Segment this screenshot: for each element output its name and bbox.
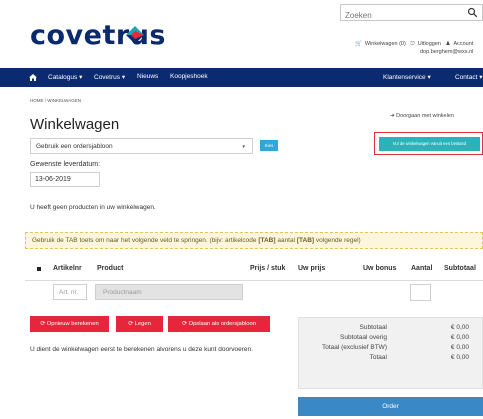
- delivery-date-input[interactable]: 13-06-2019: [30, 172, 100, 187]
- article-number-input[interactable]: Art. nr.: [53, 284, 87, 300]
- account-icon: ♟: [445, 41, 451, 47]
- nav-nieuws[interactable]: Nieuws: [137, 73, 158, 80]
- quantity-input[interactable]: [410, 284, 431, 301]
- totals-label: Subtotaal overig: [340, 334, 387, 341]
- arrow-left-icon: ➜: [390, 113, 395, 119]
- totals-value: € 0,00: [450, 334, 469, 341]
- totals-value: € 0,00: [450, 354, 469, 361]
- nav-koopjeshoek[interactable]: Koopjeshoek: [170, 73, 208, 80]
- delivery-date-label: Gewenste leverdatum:: [30, 161, 101, 168]
- refresh-icon: ⟳: [40, 321, 46, 327]
- account-link[interactable]: Account: [453, 41, 473, 47]
- refresh-icon: ⟳: [128, 321, 134, 327]
- search-icon[interactable]: [467, 7, 478, 18]
- totals-row-total: Totaal € 0,00: [298, 354, 483, 363]
- totals-value: € 0,00: [450, 344, 469, 351]
- main-nav: Catalogus ▾ Covetrus ▾ Nieuws Koopjeshoe…: [0, 68, 483, 87]
- logout-link[interactable]: Uitloggen: [418, 41, 441, 47]
- select-all-icon[interactable]: [37, 267, 41, 271]
- breadcrumb[interactable]: HOME / WINKELWAGEN: [30, 98, 81, 103]
- clear-cart-button[interactable]: ⟳ Legen: [116, 316, 163, 332]
- choose-template-button[interactable]: Kies: [260, 140, 278, 151]
- col-artikelnr: Artikelnr: [53, 265, 82, 272]
- col-product: Product: [97, 265, 124, 272]
- fill-from-file-button[interactable]: Vul de winkelwagen vanuit een bestand: [379, 137, 480, 151]
- logo-mark-icon: [126, 26, 144, 44]
- order-template-select[interactable]: Gebruik een ordersjabloon ▼: [30, 138, 253, 154]
- chevron-down-icon: ▾: [427, 74, 431, 81]
- chevron-down-icon: ▾: [79, 74, 83, 81]
- user-email: dop.berghem@wxs.nl: [420, 49, 474, 55]
- nav-covetrus[interactable]: Covetrus ▾: [94, 73, 125, 81]
- totals-value: € 0,00: [450, 324, 469, 331]
- empty-cart-message: U heeft geen producten in uw winkelwagen…: [30, 204, 156, 211]
- chevron-down-icon: ▼: [241, 144, 246, 149]
- logout-icon: ⎋: [410, 41, 415, 47]
- tab-hint-banner: Gebruik de TAB toets om naar het volgend…: [25, 232, 483, 249]
- order-button[interactable]: Order: [298, 397, 483, 416]
- col-aantal: Aantal: [411, 265, 433, 272]
- top-links: 🛒 Winkelwagen (0) ⎋ Uitloggen ♟ Account: [355, 41, 476, 48]
- product-name-input[interactable]: Productnaam: [95, 284, 243, 300]
- recalculate-notice: U dient de winkelwagen eerst te berekene…: [30, 346, 253, 353]
- home-icon[interactable]: [29, 74, 37, 81]
- continue-shopping-link[interactable]: ➜ Doorgaan met winkelen: [390, 113, 454, 119]
- nav-klantenservice[interactable]: Klantenservice ▾: [383, 73, 431, 81]
- recalculate-button[interactable]: ⟳ Opnieuw berekenen: [30, 316, 109, 332]
- col-uw-prijs: Uw prijs: [298, 265, 326, 272]
- totals-label: Subtotaal: [359, 324, 387, 331]
- search-box: [340, 4, 483, 23]
- totals-row-subtotal-other: Subtotaal overig € 0,00: [298, 334, 483, 343]
- save-template-button[interactable]: ⟳ Opslaan als ordersjabloon: [168, 316, 270, 332]
- table-divider: [25, 280, 483, 281]
- totals-row-excl-vat: Totaal (exclusief BTW) € 0,00: [298, 344, 483, 353]
- search-input[interactable]: [341, 8, 461, 23]
- totals-row-subtotal: Subtotaal € 0,00: [298, 324, 483, 333]
- nav-contact[interactable]: Contact ▾: [455, 73, 482, 81]
- page-title: Winkelwagen: [30, 116, 120, 133]
- totals-label: Totaal: [369, 354, 387, 361]
- chevron-down-icon: ▾: [479, 74, 483, 81]
- col-uw-bonus: Uw bonus: [363, 265, 397, 272]
- col-prijs-stuk: Prijs / stuk: [250, 265, 286, 272]
- chevron-down-icon: ▾: [121, 74, 126, 81]
- cart-icon: 🛒: [355, 41, 362, 47]
- cart-link[interactable]: Winkelwagen (0): [365, 41, 406, 47]
- col-subtotaal: Subtotaal: [444, 265, 476, 272]
- refresh-icon: ⟳: [182, 321, 187, 327]
- totals-label: Totaal (exclusief BTW): [321, 344, 387, 351]
- nav-catalogus[interactable]: Catalogus ▾: [48, 73, 82, 81]
